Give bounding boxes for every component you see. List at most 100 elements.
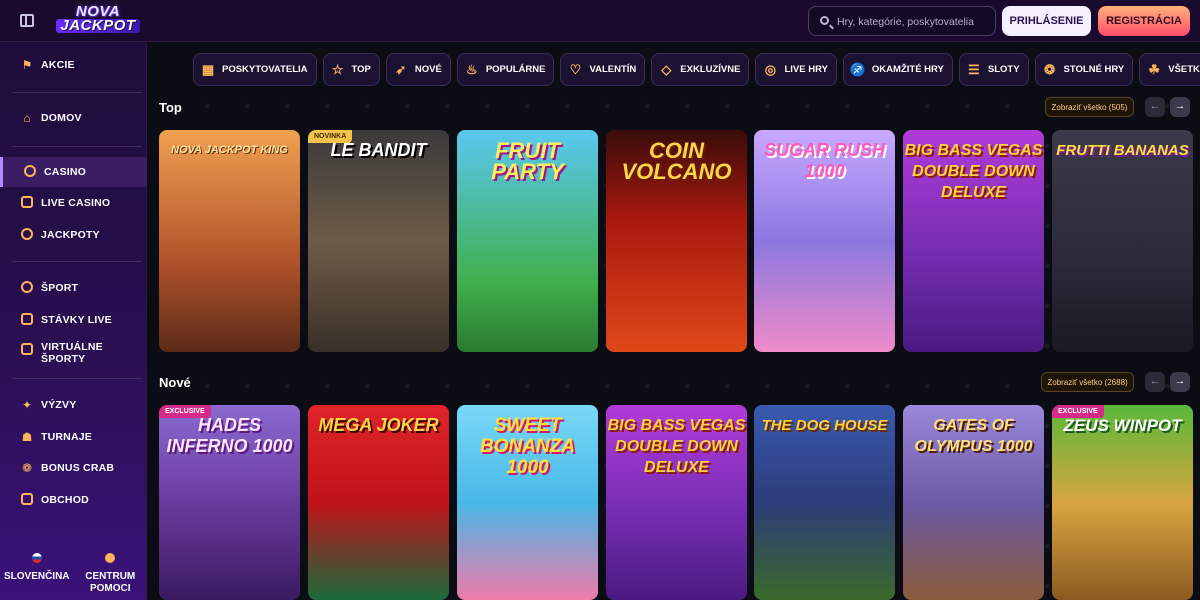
megaphone-icon: ⚑	[21, 58, 33, 72]
help-icon	[105, 553, 116, 563]
category-label: SLOTY	[987, 64, 1020, 75]
sidebar-toggle-icon[interactable]	[20, 14, 34, 27]
sidebar-item-domov[interactable]: ⌂ DOMOV	[0, 103, 147, 133]
sidebar-item-obchod[interactable]: OBCHOD	[0, 485, 147, 515]
sidebar-item-akcie[interactable]: ⚑ AKCIE	[0, 50, 147, 80]
game-card[interactable]: SUGAR RUSH 1000	[754, 130, 895, 352]
scroll-right-new-button[interactable]: →	[1170, 372, 1190, 392]
divider	[12, 378, 142, 379]
scroll-left-new-button[interactable]: ←	[1145, 372, 1165, 392]
rocket-icon: ➶	[395, 61, 407, 77]
category-valentin[interactable]: ♡ VALENTÍN	[560, 53, 646, 86]
category-nove[interactable]: ➶ NOVÉ	[385, 53, 451, 86]
heart-icon: ♡	[569, 61, 582, 77]
sidebar-item-label: ŠPORT	[41, 282, 79, 294]
search-input[interactable]	[837, 12, 992, 31]
play-icon	[20, 313, 34, 327]
sidebar-item-label: OBCHOD	[41, 494, 89, 506]
sidebar-item-virtualne-sporty[interactable]: VIRTUÁLNE ŠPORTY	[0, 337, 147, 369]
category-label: EXKLUZÍVNE	[680, 64, 741, 75]
view-all-top-button[interactable]: Zobraziť všetko (505)	[1045, 97, 1134, 117]
category-exkluzivne[interactable]: ◇ EXKLUZÍVNE	[651, 53, 750, 86]
sidebar-item-sport[interactable]: ŠPORT	[0, 273, 147, 303]
casino-chip-icon	[23, 165, 37, 179]
category-label: VŠETKY HRY	[1168, 64, 1200, 75]
game-title: COIN VOLCANO	[621, 138, 732, 184]
game-title: MEGA JOKER	[318, 415, 439, 435]
logo-line2: JACKPOT	[56, 18, 140, 33]
live-icon: ◎	[764, 61, 777, 77]
section-title-new: Nové	[159, 375, 191, 390]
game-title: THE DOG HOUSE	[761, 417, 888, 434]
sidebar-item-label: VIRTUÁLNE ŠPORTY	[41, 341, 103, 365]
sidebar-item-label: AKCIE	[41, 59, 75, 71]
category-label: POPULÁRNE	[485, 64, 546, 75]
category-vsetky-hry[interactable]: ☘ VŠETKY HRY	[1139, 53, 1200, 86]
search-box[interactable]	[808, 6, 996, 36]
language-selector[interactable]: SLOVENČINA	[0, 545, 74, 600]
category-poskytovatelia[interactable]: ▦ POSKYTOVATELIA	[193, 53, 317, 86]
sidebar-item-label: VÝZVY	[41, 399, 77, 411]
sidebar-item-live-casino[interactable]: LIVE CASINO	[0, 188, 147, 218]
game-title: ZEUS WINPOT	[1063, 416, 1182, 435]
sidebar-item-casino[interactable]: CASINO	[0, 157, 147, 187]
category-popularne[interactable]: ♨ POPULÁRNE	[456, 53, 555, 86]
category-live-hry[interactable]: ◎ LIVE HRY	[755, 53, 837, 86]
category-stolne-hry[interactable]: ❂ STOLNÉ HRY	[1034, 53, 1134, 86]
challenge-icon: ✦	[21, 398, 33, 412]
sidebar-item-turnaje[interactable]: ☗ TURNAJE	[0, 422, 147, 452]
game-card[interactable]: BIG BASS VEGAS DOUBLE DOWN DELUXE	[903, 130, 1044, 352]
game-card[interactable]: GATES OF OLYMPUS 1000	[903, 405, 1044, 600]
crab-icon: ❁	[21, 461, 33, 475]
category-top[interactable]: ☆ TOP	[322, 53, 380, 86]
live-icon	[20, 196, 34, 210]
category-label: TOP	[351, 64, 371, 75]
login-button[interactable]: PRIHLÁSENIE	[1002, 6, 1091, 36]
game-title: GATES OF OLYMPUS 1000	[914, 417, 1033, 455]
help-center-link[interactable]: CENTRUM POMOCI	[74, 545, 148, 600]
providers-icon: ▦	[201, 61, 215, 77]
game-card[interactable]: EXCLUSIVE ZEUS WINPOT	[1052, 405, 1193, 600]
sidebar-item-vyzvy[interactable]: ✦ VÝZVY	[0, 390, 147, 420]
shop-icon	[20, 493, 34, 507]
category-label: STOLNÉ HRY	[1063, 64, 1125, 75]
category-okamzite-hry[interactable]: ♐ OKAMŽITÉ HRY	[842, 53, 953, 86]
scroll-left-top-button[interactable]: ←	[1145, 97, 1165, 117]
game-card[interactable]: BIG BASS VEGAS DOUBLE DOWN DELUXE	[606, 405, 747, 600]
sidebar-item-label: TURNAJE	[41, 431, 92, 443]
scroll-right-top-button[interactable]: →	[1170, 97, 1190, 117]
register-button[interactable]: REGISTRÁCIA	[1098, 6, 1190, 36]
divider	[12, 146, 142, 147]
category-sloty[interactable]: ☰ SLOTY	[958, 53, 1029, 86]
home-icon: ⌂	[23, 111, 31, 125]
sidebar-item-label: DOMOV	[41, 112, 82, 124]
game-card[interactable]: FRUIT PARTY	[457, 130, 598, 352]
sidebar-item-label: LIVE CASINO	[41, 197, 111, 209]
diamond-icon: ◇	[661, 61, 672, 77]
virtual-sports-icon	[20, 343, 34, 357]
sidebar-item-bonus-crab[interactable]: ❁ BONUS CRAB	[0, 453, 147, 483]
language-label: SLOVENČINA	[3, 571, 70, 582]
search-icon	[820, 16, 829, 25]
game-card[interactable]: MEGA JOKER	[308, 405, 449, 600]
game-card[interactable]: NOVA JACKPOT KING	[159, 130, 300, 352]
medal-icon: ☆	[331, 61, 344, 77]
game-title: FRUIT PARTY	[491, 138, 564, 184]
game-card[interactable]: EXCLUSIVE HADES INFERNO 1000	[159, 405, 300, 600]
game-card[interactable]: SWEET BONANZA 1000	[457, 405, 598, 600]
game-title: BIG BASS VEGAS DOUBLE DOWN DELUXE	[904, 142, 1043, 201]
flag-icon	[31, 553, 42, 563]
sidebar-item-label: STÁVKY LIVE	[41, 314, 112, 326]
table-games-icon: ❂	[1044, 61, 1055, 77]
ball-icon	[20, 281, 34, 295]
sidebar: ⚑ AKCIE ⌂ DOMOV CASINO LIVE CASINO JACKP…	[0, 42, 147, 600]
logo[interactable]: NOVA JACKPOT	[56, 4, 140, 37]
sidebar-item-jackpoty[interactable]: JACKPOTY	[0, 220, 147, 250]
view-all-new-button[interactable]: Zobraziť všetko (2688)	[1041, 372, 1134, 392]
sidebar-item-stavky-live[interactable]: STÁVKY LIVE	[0, 305, 147, 335]
game-card[interactable]: FRUTTI BANANAS	[1052, 130, 1193, 352]
game-card[interactable]: THE DOG HOUSE	[754, 405, 895, 600]
game-card[interactable]: NOVINKA LE BANDIT	[308, 130, 449, 352]
game-card[interactable]: COIN VOLCANO	[606, 130, 747, 352]
category-label: LIVE HRY	[784, 64, 828, 75]
